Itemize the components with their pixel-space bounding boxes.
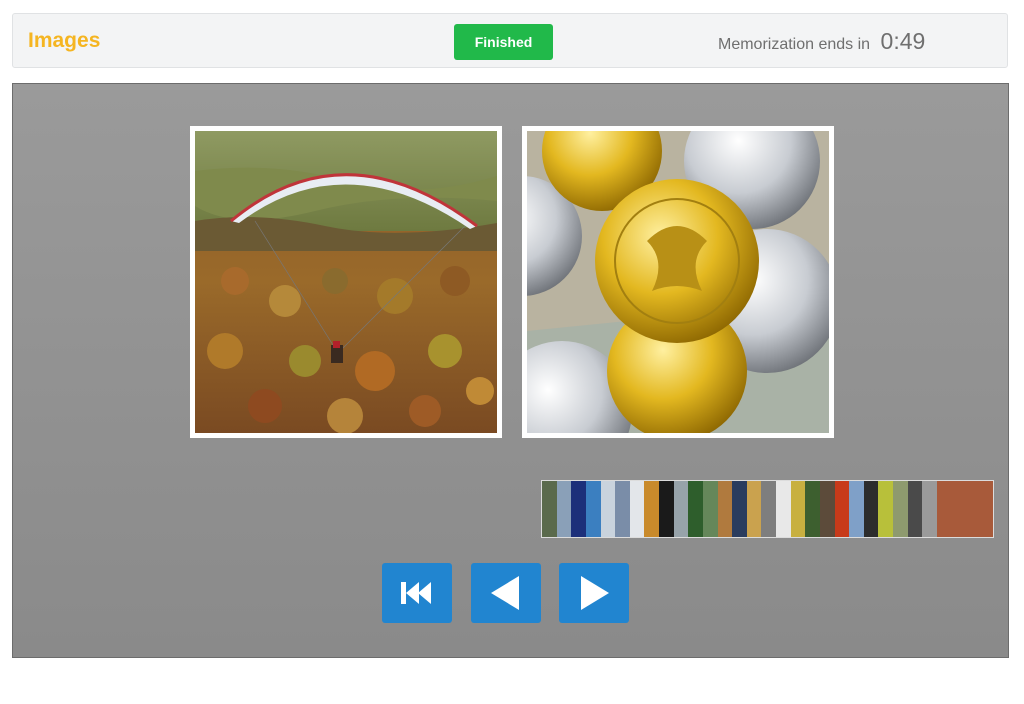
- thumbnail-item[interactable]: [542, 481, 557, 537]
- thumbnail-item[interactable]: [717, 481, 733, 537]
- thumbnail-item[interactable]: [805, 481, 820, 537]
- image-card-2: [522, 126, 834, 438]
- thumbnail-item[interactable]: [556, 481, 572, 537]
- thumbnail-item[interactable]: [776, 481, 791, 537]
- thumbnail-item[interactable]: [571, 481, 586, 537]
- triangle-left-icon: [491, 576, 519, 610]
- timer-value: 0:49: [880, 28, 926, 54]
- memorization-timer: Memorization ends in 0:49: [718, 28, 925, 55]
- thumbnail-item[interactable]: [922, 481, 937, 537]
- thumbnail-item[interactable]: [585, 481, 601, 537]
- thumbnail-item[interactable]: [629, 481, 645, 537]
- page-title: Images: [28, 29, 101, 52]
- thumbnail-item[interactable]: [893, 481, 908, 537]
- thumbnail-item[interactable]: [936, 481, 993, 537]
- thumbnail-item[interactable]: [907, 481, 923, 537]
- previous-button[interactable]: [471, 563, 541, 623]
- skip-back-icon: [401, 582, 431, 604]
- thumbnail-item[interactable]: [761, 481, 776, 537]
- next-button[interactable]: [559, 563, 629, 623]
- top-bar: Images Finished Memorization ends in 0:4…: [12, 13, 1008, 68]
- first-button[interactable]: [382, 563, 452, 623]
- coins-image: [527, 131, 829, 433]
- paraglider-image: [195, 131, 497, 433]
- thumbnail-item[interactable]: [790, 481, 806, 537]
- triangle-right-icon: [581, 576, 609, 610]
- thumbnail-item[interactable]: [688, 481, 703, 537]
- thumbnail-item[interactable]: [746, 481, 762, 537]
- thumbnail-item[interactable]: [659, 481, 674, 537]
- thumbnail-item[interactable]: [702, 481, 718, 537]
- thumbnail-item[interactable]: [849, 481, 864, 537]
- finished-button[interactable]: Finished: [454, 24, 553, 60]
- thumbnail-item[interactable]: [673, 481, 689, 537]
- timer-label: Memorization ends in: [718, 36, 871, 53]
- thumbnail-item[interactable]: [615, 481, 630, 537]
- thumbnail-item[interactable]: [863, 481, 879, 537]
- thumbnail-item[interactable]: [819, 481, 835, 537]
- thumbnail-item[interactable]: [732, 481, 747, 537]
- image-stage: [12, 83, 1009, 658]
- thumbnail-strip: [541, 480, 994, 538]
- thumbnail-item[interactable]: [878, 481, 893, 537]
- thumbnail-item[interactable]: [644, 481, 659, 537]
- image-card-1: [190, 126, 502, 438]
- thumbnail-item[interactable]: [834, 481, 850, 537]
- thumbnail-item[interactable]: [600, 481, 616, 537]
